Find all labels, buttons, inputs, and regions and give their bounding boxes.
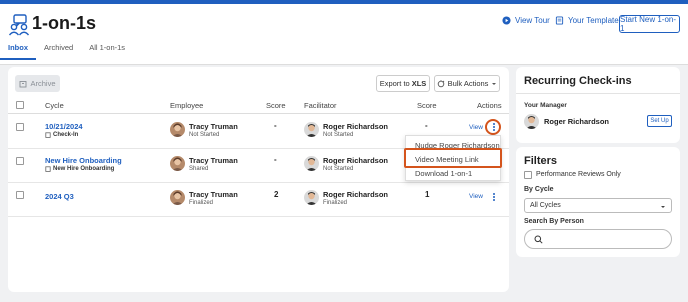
view-tour-label: View Tour bbox=[515, 16, 550, 25]
facilitator-status: Not Started bbox=[323, 166, 354, 172]
tab-archived[interactable]: Archived bbox=[36, 43, 81, 60]
cycle-link[interactable]: 2024 Q3 bbox=[45, 192, 74, 201]
avatar bbox=[170, 122, 185, 137]
chevron-down-icon bbox=[661, 206, 665, 208]
template-icon bbox=[555, 16, 564, 25]
employee-score: - bbox=[274, 121, 277, 130]
by-cycle-label: By Cycle bbox=[524, 186, 554, 193]
archive-icon bbox=[20, 80, 27, 87]
employee-status: Finalized bbox=[189, 200, 214, 206]
archive-label: Archive bbox=[30, 79, 56, 88]
column-header-score: Score bbox=[266, 101, 286, 110]
column-header-facilitator: Facilitator bbox=[304, 101, 337, 110]
employee-score: 2 bbox=[274, 190, 279, 199]
start-new-1on1-button[interactable]: Start New 1-on-1 bbox=[619, 15, 680, 33]
employee-name: Tracy Truman bbox=[189, 122, 238, 131]
facilitator-status: Not Started bbox=[323, 132, 354, 138]
clipboard-icon bbox=[45, 132, 51, 138]
filters-card: Filters Performance Reviews Only By Cycl… bbox=[516, 147, 680, 257]
bulk-actions-dropdown[interactable]: Bulk Actions bbox=[434, 75, 500, 92]
export-format: XLS bbox=[411, 79, 427, 88]
facilitator-score: - bbox=[425, 121, 428, 130]
facilitator-name: Roger Richardson bbox=[323, 122, 389, 131]
tab-bar: Inbox Archived All 1-on-1s bbox=[0, 43, 133, 64]
chevron-down-icon bbox=[492, 82, 497, 85]
facilitator-name: Roger Richardson bbox=[323, 156, 389, 165]
search-icon bbox=[534, 235, 543, 244]
employee-score: - bbox=[274, 155, 277, 164]
view-tour-button[interactable]: View Tour bbox=[502, 16, 550, 25]
employee-name: Tracy Truman bbox=[189, 156, 238, 165]
card-divider bbox=[516, 93, 680, 94]
person-search-input[interactable] bbox=[524, 229, 672, 249]
export-xls-button[interactable]: Export to XLS bbox=[376, 75, 430, 92]
cycle-link[interactable]: New Hire Onboarding bbox=[45, 156, 122, 165]
manager-name: Roger Richardson bbox=[544, 117, 610, 126]
avatar bbox=[304, 122, 319, 137]
search-by-person-label: Search By Person bbox=[524, 218, 584, 225]
cycle-select-value: All Cycles bbox=[530, 202, 561, 209]
employee-name: Tracy Truman bbox=[189, 190, 238, 199]
recurring-checkins-card: Recurring Check-ins Your Manager Roger R… bbox=[516, 67, 680, 143]
facilitator-name: Roger Richardson bbox=[323, 190, 389, 199]
row-checkbox[interactable] bbox=[16, 157, 24, 165]
row-checkbox[interactable] bbox=[16, 123, 24, 131]
select-all-checkbox[interactable] bbox=[16, 101, 24, 109]
column-header-score: Score bbox=[417, 101, 437, 110]
your-manager-label: Your Manager bbox=[524, 102, 567, 109]
cycle-select[interactable]: All Cycles bbox=[524, 198, 672, 213]
bulk-icon bbox=[437, 79, 444, 87]
people-chat-icon bbox=[8, 14, 30, 36]
column-header-employee: Employee bbox=[170, 101, 204, 110]
more-actions-icon[interactable] bbox=[489, 191, 499, 203]
performance-reviews-label: Performance Reviews Only bbox=[536, 171, 621, 178]
facilitator-score: 1 bbox=[425, 190, 430, 199]
table-row: 2024 Q3 Tracy Truman Finalized 2 Roger R… bbox=[8, 183, 509, 217]
cycle-link[interactable]: 10/21/2024 bbox=[45, 122, 83, 131]
facilitator-status: Finalized bbox=[323, 200, 348, 206]
your-templates-label: Your Templates bbox=[568, 16, 623, 25]
tab-all-1on1s[interactable]: All 1-on-1s bbox=[81, 43, 133, 60]
menu-item-highlight bbox=[404, 148, 502, 168]
employee-status: Not Started bbox=[189, 132, 220, 138]
employee-status: Shared bbox=[189, 166, 209, 172]
more-actions-highlight bbox=[485, 119, 501, 135]
cycle-type: New Hire Onboarding bbox=[45, 166, 114, 172]
avatar bbox=[170, 190, 185, 205]
page-title: 1-on-1s bbox=[32, 13, 97, 33]
avatar bbox=[524, 114, 539, 129]
archive-button[interactable]: Archive bbox=[15, 75, 60, 92]
cycle-type-label: New Hire Onboarding bbox=[53, 166, 115, 172]
play-icon bbox=[502, 16, 511, 25]
recurring-checkins-title: Recurring Check-ins bbox=[524, 75, 632, 87]
your-templates-button[interactable]: Your Templates bbox=[555, 16, 623, 25]
set-up-button[interactable]: Set Up bbox=[647, 115, 672, 127]
view-link[interactable]: View bbox=[469, 193, 483, 200]
cycle-type-label: Check-In bbox=[53, 132, 79, 138]
filters-title: Filters bbox=[524, 155, 558, 167]
clipboard-icon bbox=[45, 166, 51, 172]
bulk-actions-label: Bulk Actions bbox=[447, 79, 489, 88]
table-header: Cycle Employee Score Facilitator Score A… bbox=[8, 97, 509, 114]
column-header-cycle: Cycle bbox=[45, 101, 64, 110]
column-header-actions: Actions bbox=[477, 101, 502, 110]
avatar bbox=[304, 156, 319, 171]
avatar bbox=[170, 156, 185, 171]
tabs-divider bbox=[0, 64, 688, 65]
row-checkbox[interactable] bbox=[16, 191, 24, 199]
cycle-type: Check-In bbox=[45, 132, 78, 138]
view-link[interactable]: View bbox=[469, 124, 483, 131]
performance-reviews-checkbox[interactable] bbox=[524, 171, 532, 179]
menu-item-download[interactable]: Download 1-on-1 bbox=[415, 169, 472, 178]
avatar bbox=[304, 190, 319, 205]
export-label: Export to bbox=[379, 79, 410, 88]
tab-inbox[interactable]: Inbox bbox=[0, 43, 36, 60]
